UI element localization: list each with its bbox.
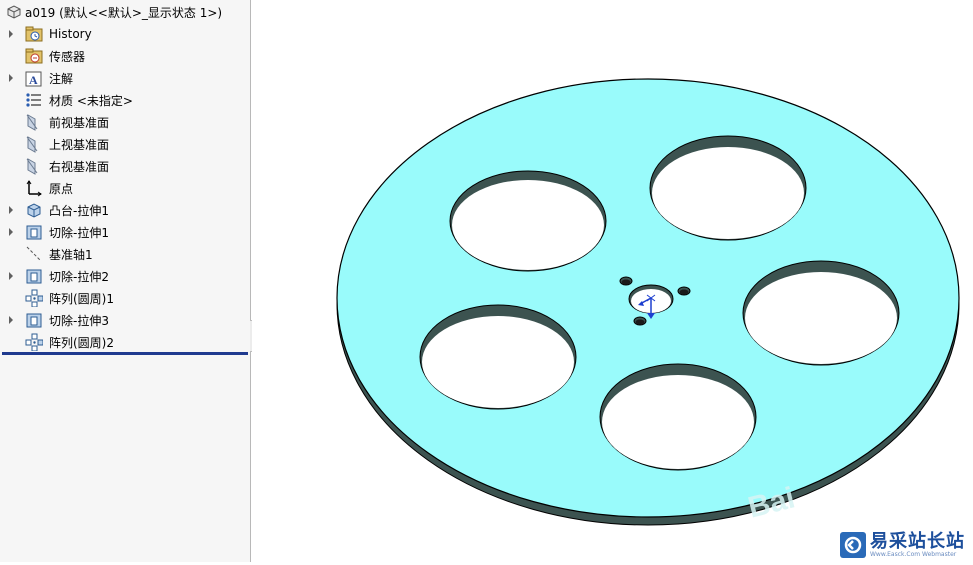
tree-item[interactable]: 右视基准面 (0, 155, 249, 177)
tree-item-label: 注解 (49, 71, 74, 86)
svg-text:A: A (29, 73, 38, 87)
cut-extrude-icon (26, 313, 42, 328)
feature-manager-tree: a019 (默认<<默认>_显示状态 1>) History 传感器 A 注解材质 <… (0, 0, 251, 562)
tree-item-label: 传感器 (49, 49, 86, 64)
large-hole (742, 260, 900, 366)
tree-item-label: 基准轴1 (49, 247, 93, 262)
site-watermark-subtext: Www.Easck.Com Webmaster (870, 550, 957, 558)
site-logo-icon (840, 532, 866, 558)
rollback-bar[interactable] (2, 352, 248, 355)
tree-item-label: 材质 <未指定> (49, 93, 133, 108)
tree-item[interactable]: 阵列(圆周)1 (0, 287, 249, 309)
large-hole (649, 135, 807, 241)
tree-item-label: 切除-拉伸3 (49, 313, 109, 328)
origin-icon (26, 180, 42, 197)
tree-item[interactable]: 切除-拉伸2 (0, 265, 249, 287)
part-name: a019 (默认<<默认>_显示状态 1>) (25, 5, 223, 20)
circular-pattern-icon (25, 333, 43, 351)
sensor-icon (25, 48, 43, 64)
tree-item-label: 阵列(圆周)2 (49, 335, 114, 350)
tree-item[interactable]: 切除-拉伸1 (0, 221, 249, 243)
part-icon (7, 5, 21, 19)
tree-item-label: 原点 (49, 181, 74, 196)
tree-item[interactable]: 材质 <未指定> (0, 89, 249, 111)
large-hole (599, 363, 757, 471)
history-folder-icon (25, 26, 43, 42)
tree-root[interactable]: a019 (默认<<默认>_显示状态 1>) (0, 1, 249, 23)
tree-item[interactable]: A 注解 (0, 67, 249, 89)
tree-item-label: 阵列(圆周)1 (49, 291, 114, 306)
plane-icon (26, 114, 38, 131)
tree-item-label: 右视基准面 (49, 159, 110, 174)
graphics-viewport[interactable]: Bai (252, 0, 973, 562)
cut-extrude-icon (26, 225, 42, 240)
tree-item[interactable]: 上视基准面 (0, 133, 249, 155)
tree-item-label: History (49, 27, 92, 41)
site-watermark-text: 易采站长站 (870, 530, 965, 552)
tree-item-label: 切除-拉伸1 (49, 225, 109, 240)
tree-item[interactable]: 切除-拉伸3 (0, 309, 249, 331)
tree-item[interactable]: 前视基准面 (0, 111, 249, 133)
model-view: Bai (336, 78, 960, 526)
tree-item-label: 上视基准面 (49, 137, 110, 152)
tree-item[interactable]: 阵列(圆周)2 (0, 331, 249, 353)
tree-item[interactable]: 凸台-拉伸1 (0, 199, 249, 221)
tree-item-label: 切除-拉伸2 (49, 269, 109, 284)
large-hole (419, 304, 577, 410)
large-hole (449, 170, 607, 272)
material-icon (26, 93, 41, 107)
small-hole (619, 276, 633, 286)
tree-item[interactable]: 原点 (0, 177, 249, 199)
cut-extrude-icon (26, 269, 42, 284)
expand-arrow-icon[interactable] (7, 309, 15, 331)
expand-arrow-icon[interactable] (7, 221, 15, 243)
tree-item-label: 前视基准面 (49, 115, 110, 130)
expand-arrow-icon[interactable] (7, 67, 15, 89)
expand-arrow-icon[interactable] (7, 23, 15, 45)
tree-item[interactable]: 基准轴1 (0, 243, 249, 265)
small-hole (633, 316, 647, 326)
tree-item[interactable]: History (0, 23, 249, 45)
plane-icon (26, 136, 38, 153)
plane-icon (26, 158, 38, 175)
small-hole (677, 286, 691, 296)
tree-item[interactable]: 传感器 (0, 45, 249, 67)
site-watermark: 易采站长站 Www.Easck.Com Webmaster (838, 528, 973, 562)
annotation-icon: A (25, 71, 42, 87)
expand-arrow-icon[interactable] (7, 265, 15, 287)
tree-item-label: 凸台-拉伸1 (49, 203, 109, 218)
axis-icon (26, 246, 42, 262)
expand-arrow-icon[interactable] (7, 199, 15, 221)
boss-extrude-icon (27, 203, 41, 218)
circular-pattern-icon (25, 289, 43, 307)
